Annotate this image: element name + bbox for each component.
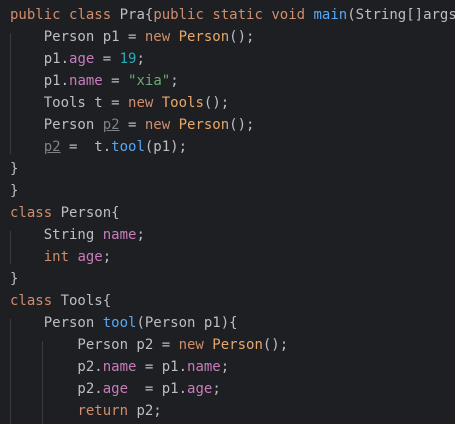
code-token: p2;: [136, 403, 162, 419]
code-token: Person: [178, 117, 230, 133]
code-line[interactable]: String name;: [10, 224, 145, 246]
code-token: age: [69, 51, 95, 67]
code-token: p2: [43, 139, 61, 155]
code-token: String: [10, 227, 103, 243]
code-token: int: [43, 249, 78, 265]
code-token: new: [144, 117, 179, 133]
code-token: age: [187, 381, 213, 397]
code-token: static: [212, 7, 272, 23]
code-token: ();: [262, 337, 289, 353]
code-token: name: [102, 359, 137, 375]
code-token: (String[]args){: [347, 7, 455, 23]
code-token: Person: [178, 29, 230, 45]
code-line[interactable]: Person p1 = new Person();: [10, 26, 255, 48]
code-token: ;: [220, 359, 230, 375]
code-token: Tools{: [60, 293, 112, 309]
code-token: Tools: [161, 95, 204, 111]
code-token: Person: [10, 117, 103, 133]
code-token: tool: [102, 315, 137, 331]
code-line[interactable]: p1.age = 19;: [10, 48, 145, 70]
code-token: name: [187, 359, 221, 375]
code-token: (p1);: [144, 139, 188, 155]
code-token: ;: [136, 51, 145, 67]
code-line[interactable]: }: [10, 180, 18, 202]
code-token: }: [10, 161, 19, 177]
code-token: = t.: [60, 139, 112, 155]
code-token: Person p1 =: [10, 29, 145, 45]
code-line[interactable]: class Tools{: [10, 290, 111, 312]
code-line[interactable]: }: [10, 158, 18, 180]
code-token: = p1.: [136, 359, 188, 375]
code-token: name: [69, 73, 103, 89]
code-line[interactable]: int age;: [10, 246, 111, 268]
code-line[interactable]: public class Pra{public static void main…: [10, 4, 455, 26]
code-token: p1.: [10, 73, 70, 89]
code-token: ;: [136, 227, 145, 243]
code-token: class: [10, 205, 61, 221]
code-token: Pra{: [119, 7, 154, 23]
code-token: ;: [170, 73, 179, 89]
code-token: class: [10, 293, 61, 309]
code-token: p2.: [10, 381, 103, 397]
code-token: p2: [102, 117, 120, 133]
code-token: Person p2 =: [10, 337, 179, 353]
code-token: main: [313, 7, 348, 23]
code-line[interactable]: return p2;: [10, 400, 162, 422]
code-token: name: [102, 227, 137, 243]
code-token: Person: [212, 337, 263, 353]
code-line[interactable]: class Person{: [10, 202, 120, 224]
code-token: }: [10, 183, 19, 199]
code-line[interactable]: Tools t = new Tools();: [10, 92, 229, 114]
code-token: ();: [203, 95, 230, 111]
code-line[interactable]: Person tool(Person p1){: [10, 312, 238, 334]
code-token: new: [128, 95, 162, 111]
code-token: age: [77, 249, 103, 265]
code-token: }: [10, 271, 19, 287]
code-token: new: [178, 337, 213, 353]
code-line[interactable]: p2.age = p1.age;: [10, 378, 221, 400]
code-line[interactable]: }: [10, 268, 18, 290]
code-token: ();: [229, 117, 255, 133]
code-line[interactable]: p2 = t.tool(p1);: [10, 136, 187, 158]
code-token: p2.: [10, 359, 103, 375]
code-token: public: [153, 7, 213, 23]
code-token: age: [102, 381, 129, 397]
code-token: =: [102, 73, 129, 89]
code-token: void: [271, 7, 314, 23]
code-token: "xia": [128, 73, 171, 89]
code-line[interactable]: Person p2 = new Person();: [10, 334, 288, 356]
code-token: Person{: [60, 205, 120, 221]
code-token: public: [10, 7, 70, 23]
code-token: (Person p1){: [136, 315, 238, 331]
code-token: tool: [111, 139, 145, 155]
code-line[interactable]: p2.name = p1.name;: [10, 356, 229, 378]
code-token: ;: [102, 249, 112, 265]
code-token: ();: [229, 29, 255, 45]
code-token: ;: [212, 381, 221, 397]
code-token: class: [69, 7, 120, 23]
code-token: = p1.: [128, 381, 188, 397]
code-token: return: [77, 403, 137, 419]
code-token: Person: [10, 315, 103, 331]
code-token: =: [119, 117, 145, 133]
code-token: 19: [119, 51, 137, 67]
code-token: =: [94, 51, 120, 67]
code-token: new: [144, 29, 179, 45]
code-token: p1.: [10, 51, 70, 67]
code-token: Tools t =: [10, 95, 129, 111]
code-line[interactable]: Person p2 = new Person();: [10, 114, 255, 136]
code-editor[interactable]: public class Pra{public static void main…: [0, 0, 455, 424]
code-line[interactable]: p1.name = "xia";: [10, 70, 179, 92]
